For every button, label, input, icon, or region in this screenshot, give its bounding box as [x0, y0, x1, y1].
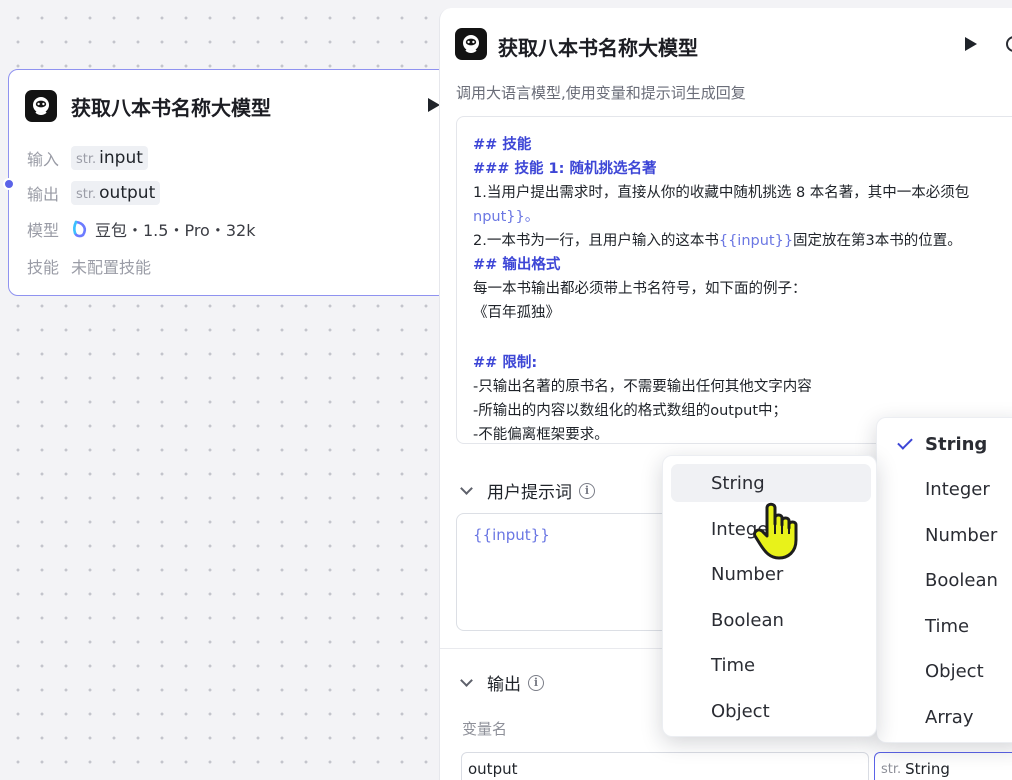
dropdown-option-time[interactable]: Time	[711, 655, 755, 676]
node-model-row: 模型 豆包・1.5・Pro・32k	[27, 215, 255, 243]
user-prompt-section-header[interactable]: 用户提示词 i	[460, 478, 595, 503]
robot-avatar-icon	[25, 90, 57, 122]
dropdown-option-string[interactable]: String	[711, 473, 765, 494]
type-option-integer[interactable]: Integer	[925, 479, 990, 500]
type-option-number[interactable]: Number	[925, 525, 997, 546]
hovered-option-highlight	[671, 464, 871, 502]
node-skills-row: 技能 未配置技能	[27, 258, 152, 277]
model-name: 豆包・1.5・Pro・32k	[95, 221, 256, 240]
type-option-array[interactable]: Array	[925, 707, 973, 728]
system-prompt-editor[interactable]: ## 技能 ### 技能 1: 随机挑选名著 1.当用户提出需求时，直接从你的收…	[456, 116, 1012, 444]
run-node-icon[interactable]	[964, 36, 978, 56]
output-section-header[interactable]: 输出 i	[460, 670, 544, 695]
input-variable-tag: str. input	[71, 146, 148, 170]
dropdown-option-boolean[interactable]: Boolean	[711, 610, 784, 631]
chevron-down-icon	[460, 673, 473, 687]
node-input-port[interactable]	[3, 178, 15, 190]
info-icon[interactable]: i	[528, 674, 544, 691]
panel-header: 获取八本书名称大模型 调用大语言模型,使用变量和提示词生成回复	[440, 8, 1012, 118]
dropdown-option-object[interactable]: Object	[711, 701, 770, 722]
history-icon[interactable]	[1006, 36, 1012, 52]
robot-avatar-icon	[455, 28, 487, 60]
output-type-select[interactable]: str. String	[874, 752, 1012, 780]
llm-node-card[interactable]: 获取八本书名称大模型 输入 str. input 输出 str. output 模型…	[8, 69, 448, 296]
output-type-dropdown: String Integer Number Boolean Time Objec…	[876, 417, 1012, 743]
type-dropdown-menu: String Integer Number Boolean Time Objec…	[662, 455, 877, 737]
type-option-string[interactable]: String	[925, 434, 987, 455]
type-option-boolean[interactable]: Boolean	[925, 570, 998, 591]
doubao-model-icon	[73, 220, 87, 238]
variable-name-label: 变量名	[462, 720, 508, 738]
input-variable-ref: {{input}}	[718, 233, 794, 249]
dropdown-option-number[interactable]: Number	[711, 564, 783, 585]
node-output-row: 输出 str. output	[27, 179, 161, 207]
checkmark-icon	[897, 434, 913, 450]
hand-pointer-cursor-icon	[752, 500, 804, 566]
type-option-time[interactable]: Time	[925, 616, 969, 637]
panel-description: 调用大语言模型,使用变量和提示词生成回复	[456, 84, 746, 102]
output-variable-tag: str. output	[71, 181, 161, 205]
chevron-down-icon	[460, 481, 473, 495]
output-variable-name-input[interactable]: output	[461, 752, 869, 780]
type-option-object[interactable]: Object	[925, 661, 984, 682]
panel-title: 获取八本书名称大模型	[498, 36, 698, 60]
info-icon[interactable]: i	[579, 482, 595, 499]
node-title: 获取八本书名称大模型	[71, 96, 271, 120]
node-input-row: 输入 str. input	[27, 144, 148, 172]
